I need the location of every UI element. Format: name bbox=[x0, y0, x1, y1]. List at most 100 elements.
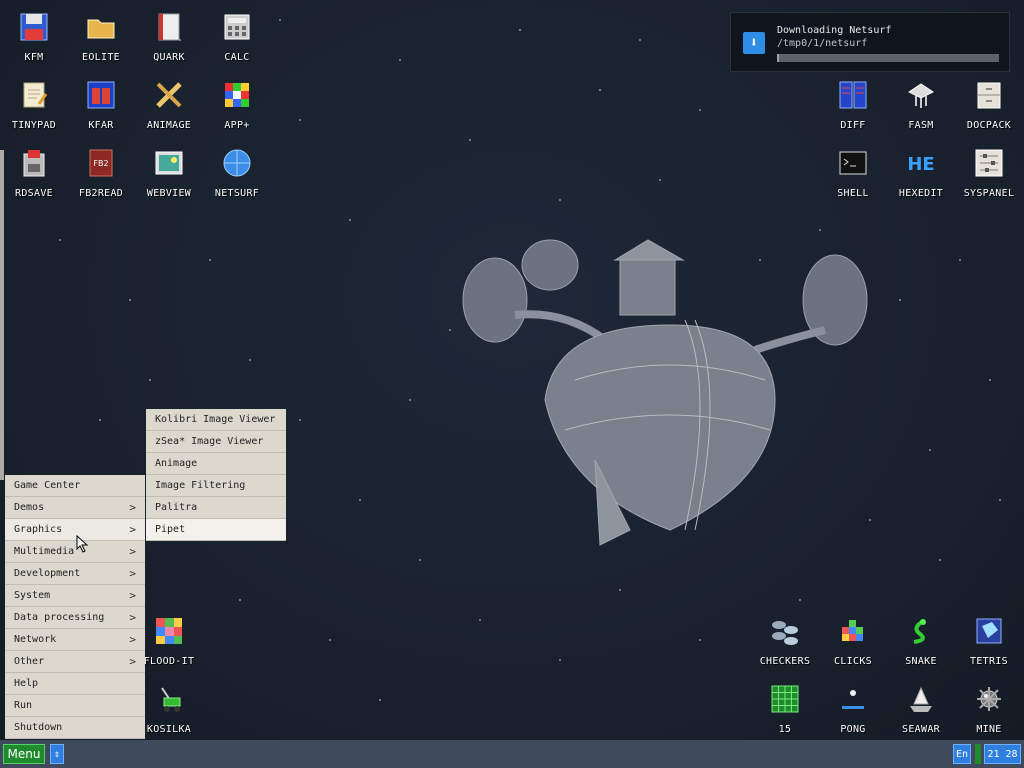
tetris-icon bbox=[972, 614, 1006, 648]
notebook-icon bbox=[152, 10, 186, 44]
desktop-icon-appplus[interactable]: APP+ bbox=[203, 70, 271, 136]
icon-label: FB2READ bbox=[78, 188, 124, 199]
icon-label: MINE bbox=[976, 724, 1002, 735]
menu-item-run[interactable]: Run bbox=[5, 695, 145, 717]
submenu-item-label: Animage bbox=[155, 458, 198, 469]
menu-item-demos[interactable]: Demos > bbox=[5, 497, 145, 519]
desktop-icon-fasm[interactable]: FASM bbox=[887, 70, 955, 136]
download-progress-bar bbox=[777, 54, 999, 62]
desktop-icon-kfar[interactable]: KFAR bbox=[67, 70, 135, 136]
tray-separator bbox=[975, 744, 981, 764]
menu-item-help[interactable]: Help bbox=[5, 673, 145, 695]
menu-item-label: Other bbox=[14, 656, 45, 667]
icon-label: CALC bbox=[224, 52, 250, 63]
window-switch-button[interactable]: ⇕ bbox=[50, 744, 64, 764]
desktop-icon-pong[interactable]: PONG bbox=[819, 674, 887, 740]
desktop-icon-shell[interactable]: SHELL bbox=[819, 138, 887, 204]
mouse-cursor-icon bbox=[76, 535, 89, 553]
desktop-icon-kosilka[interactable]: KOSILKA bbox=[135, 674, 203, 740]
desktop-icon-webview[interactable]: WEBVIEW bbox=[135, 138, 203, 204]
desktop-icon-tetris[interactable]: TETRIS bbox=[955, 606, 1023, 672]
submenu-item-image-filtering[interactable]: Image Filtering bbox=[146, 475, 286, 497]
desktop-icon-eolite[interactable]: EOLITE bbox=[67, 2, 135, 68]
menu-item-label: Game Center bbox=[14, 480, 81, 491]
menu-item-label: Shutdown bbox=[14, 722, 63, 733]
desktop-icon-flood-it[interactable]: FLOOD-IT bbox=[135, 606, 203, 672]
desktop-icon-diff[interactable]: DIFF bbox=[819, 70, 887, 136]
menu-item-multimedia[interactable]: Multimedia > bbox=[5, 541, 145, 563]
download-notification[interactable]: ⬇ Downloading Netsurf /tmp0/1/netsurf bbox=[730, 12, 1010, 72]
icon-label: PONG bbox=[840, 724, 866, 735]
icon-label: ANIMAGE bbox=[146, 120, 192, 131]
desktop-icon-snake[interactable]: SNAKE bbox=[887, 606, 955, 672]
submenu-item-animage[interactable]: Animage bbox=[146, 453, 286, 475]
chevron-right-icon: > bbox=[129, 567, 136, 580]
menu-button[interactable]: Menu bbox=[3, 744, 45, 764]
submenu-item-palitra[interactable]: Palitra bbox=[146, 497, 286, 519]
icon-label: CHECKERS bbox=[759, 656, 811, 667]
chevron-right-icon: > bbox=[129, 523, 136, 536]
checkers-icon bbox=[768, 614, 802, 648]
desktop-icon-mine[interactable]: MINE bbox=[955, 674, 1023, 740]
menu-item-game-center[interactable]: Game Center bbox=[5, 475, 145, 497]
desktop-icon-animage[interactable]: ANIMAGE bbox=[135, 70, 203, 136]
menu-item-label: Multimedia bbox=[14, 546, 75, 557]
desktop-icon-netsurf[interactable]: NETSURF bbox=[203, 138, 271, 204]
menu-item-development[interactable]: Development > bbox=[5, 563, 145, 585]
desktop-icon-seawar[interactable]: SEAWAR bbox=[887, 674, 955, 740]
icon-label: SEAWAR bbox=[902, 724, 940, 735]
submenu-item-label: Kolibri Image Viewer bbox=[155, 414, 276, 425]
icon-label: TETRIS bbox=[970, 656, 1008, 667]
menu-item-label: Network bbox=[14, 634, 57, 645]
snake-icon bbox=[904, 614, 938, 648]
lawnmower-icon bbox=[152, 682, 186, 716]
icon-label: KFM bbox=[24, 52, 44, 63]
icon-label: WEBVIEW bbox=[146, 188, 192, 199]
clock[interactable]: 21 28 bbox=[984, 744, 1021, 764]
icon-label: HEXEDIT bbox=[898, 188, 944, 199]
menu-item-label: Help bbox=[14, 678, 39, 689]
menu-item-shutdown[interactable]: Shutdown bbox=[5, 717, 145, 739]
desktop-icon-quark[interactable]: QUARK bbox=[135, 2, 203, 68]
pencil-ruler-icon bbox=[152, 78, 186, 112]
desktop-icon-checkers[interactable]: CHECKERS bbox=[751, 606, 819, 672]
desktop-icon-clicks[interactable]: CLICKS bbox=[819, 606, 887, 672]
desktop-icon-hexedit[interactable]: HE HEXEDIT bbox=[887, 138, 955, 204]
cabinet-icon bbox=[972, 78, 1006, 112]
menu-item-system[interactable]: System > bbox=[5, 585, 145, 607]
desktop-icon-calc[interactable]: CALC bbox=[203, 2, 271, 68]
menu-item-other[interactable]: Other > bbox=[5, 651, 145, 673]
icon-label: NETSURF bbox=[214, 188, 260, 199]
desktop: KFM EOLITE QUARK CALC TINYPAD KFAR ANIMA… bbox=[0, 0, 1024, 740]
desktop-icon-fb2read[interactable]: FB2 FB2READ bbox=[67, 138, 135, 204]
submenu-item-pipet[interactable]: Pipet bbox=[146, 519, 286, 541]
menu-item-label: Development bbox=[14, 568, 81, 579]
desktop-icon-15[interactable]: 15 bbox=[751, 674, 819, 740]
submenu-item-label: Pipet bbox=[155, 524, 186, 535]
desktop-icon-tinypad[interactable]: TINYPAD bbox=[0, 70, 68, 136]
menu-item-graphics[interactable]: Graphics > bbox=[5, 519, 145, 541]
pong-icon bbox=[836, 682, 870, 716]
submenu-item-kolibri-image-viewer[interactable]: Kolibri Image Viewer bbox=[146, 409, 286, 431]
picture-icon bbox=[152, 146, 186, 180]
svg-text:FB2: FB2 bbox=[93, 159, 108, 168]
icon-label: SNAKE bbox=[905, 656, 937, 667]
desktop-icon-docpack[interactable]: DOCPACK bbox=[955, 70, 1023, 136]
language-indicator[interactable]: En bbox=[953, 744, 971, 764]
chevron-right-icon: > bbox=[129, 633, 136, 646]
desktop-icon-rdsave[interactable]: RDSAVE bbox=[0, 138, 68, 204]
menu-item-label: Run bbox=[14, 700, 33, 711]
chevron-right-icon: > bbox=[129, 545, 136, 558]
chevron-right-icon: > bbox=[129, 655, 136, 668]
desktop-icon-kfm[interactable]: KFM bbox=[0, 2, 68, 68]
submenu-item-label: Image Filtering bbox=[155, 480, 246, 491]
book-icon: FB2 bbox=[84, 146, 118, 180]
submenu-item-label: Palitra bbox=[155, 502, 198, 513]
menu-item-data-processing[interactable]: Data processing > bbox=[5, 607, 145, 629]
assembler-icon bbox=[904, 78, 938, 112]
submenu-item-zsea-image-viewer[interactable]: zSea* Image Viewer bbox=[146, 431, 286, 453]
fifteen-puzzle-icon bbox=[768, 682, 802, 716]
notification-path: /tmp0/1/netsurf bbox=[777, 38, 868, 49]
desktop-icon-syspanel[interactable]: SYSPANEL bbox=[955, 138, 1023, 204]
menu-item-network[interactable]: Network > bbox=[5, 629, 145, 651]
